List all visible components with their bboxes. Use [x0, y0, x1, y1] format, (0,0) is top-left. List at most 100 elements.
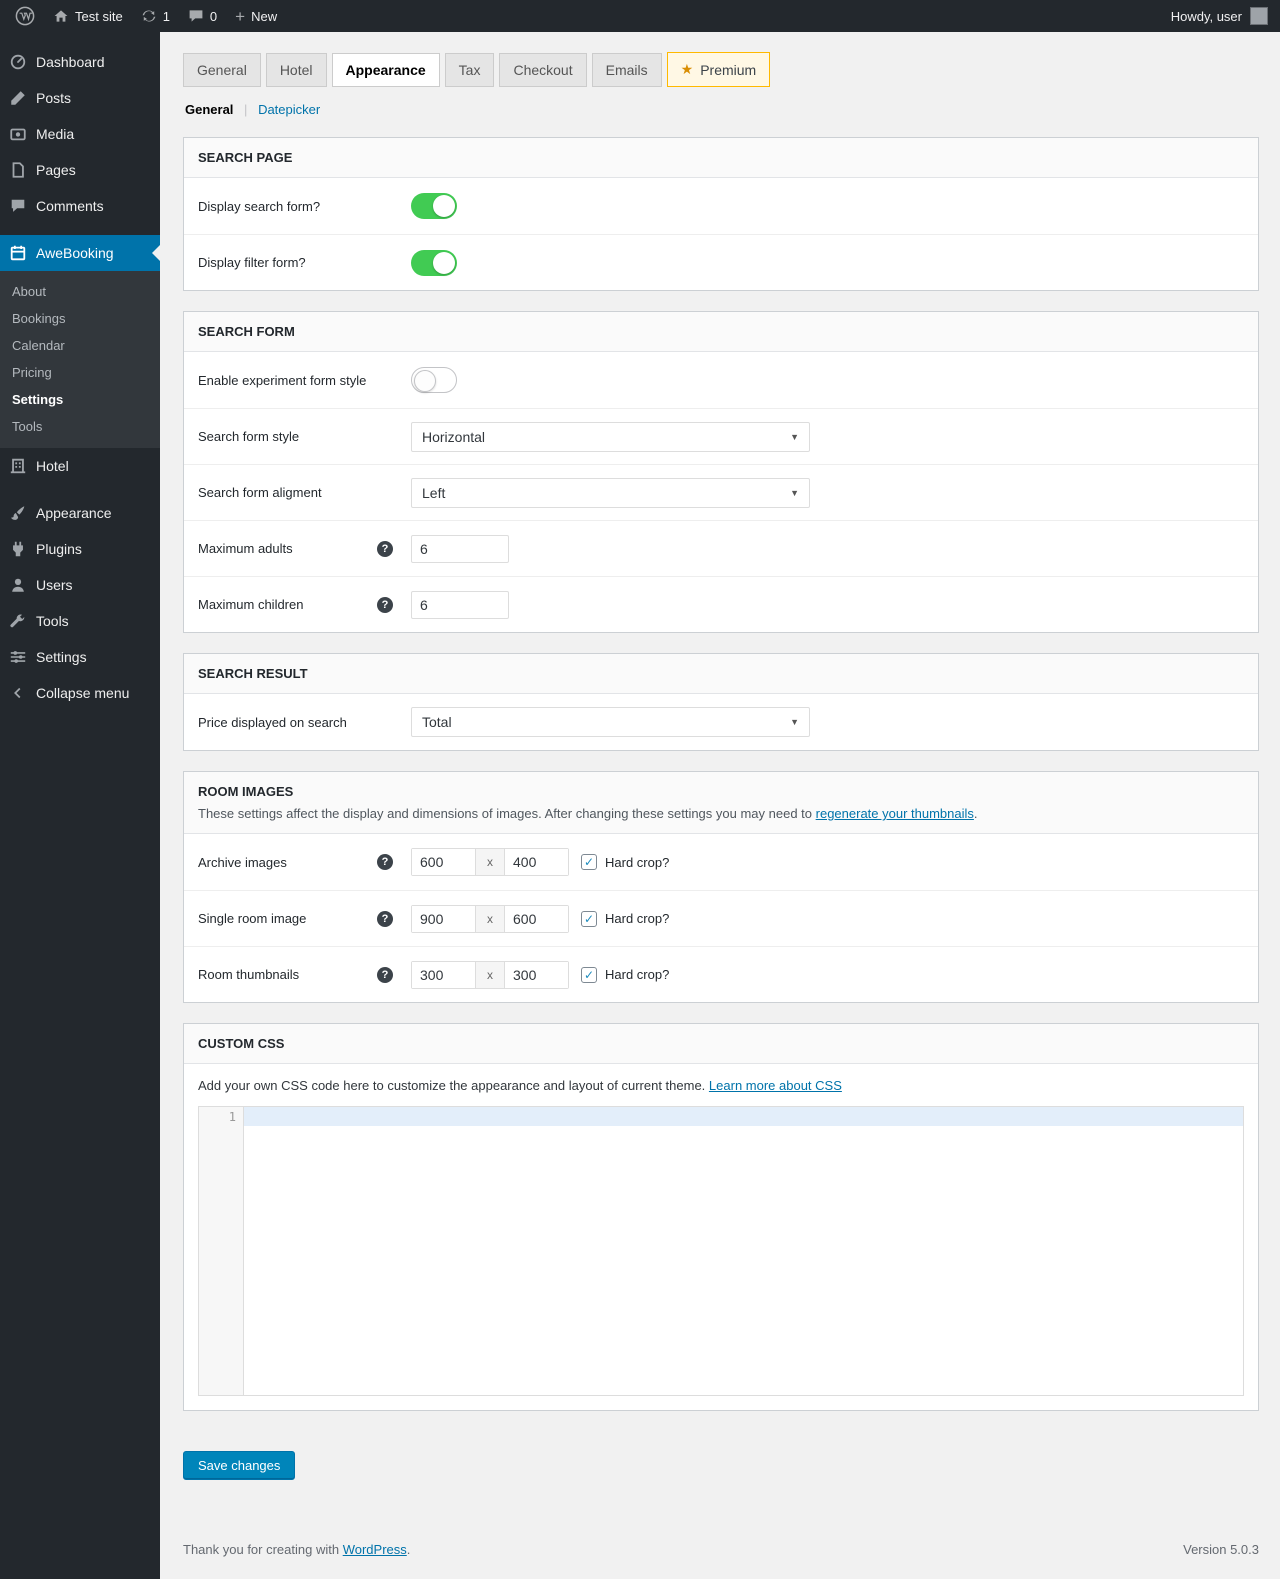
hard-crop-label: Hard crop?: [605, 911, 670, 926]
search-form-style-select[interactable]: Horizontal ▼: [411, 421, 810, 452]
dimension-separator: x: [475, 849, 505, 875]
sidebar-item-settings[interactable]: Settings: [0, 639, 160, 675]
new-content-button[interactable]: + New: [226, 0, 286, 32]
sidebar-item-posts[interactable]: Posts: [0, 80, 160, 116]
archive-width-input[interactable]: [412, 849, 475, 875]
submenu-item-tools[interactable]: Tools: [0, 413, 160, 440]
tab-hotel[interactable]: Hotel: [265, 53, 327, 87]
sidebar-item-hotel[interactable]: Hotel: [0, 448, 160, 484]
editor-code-area[interactable]: [244, 1107, 1243, 1395]
sidebar-item-awebooking[interactable]: AweBooking: [0, 235, 160, 271]
comment-count: 0: [209, 8, 218, 24]
subnav-general[interactable]: General: [185, 102, 233, 117]
thumbnails-hard-crop-checkbox[interactable]: ✓: [581, 966, 597, 983]
collapse-menu-button[interactable]: Collapse menu: [0, 675, 160, 711]
comments-indicator[interactable]: 0: [179, 0, 226, 32]
css-code-editor[interactable]: 1: [198, 1106, 1244, 1396]
main-content: General Hotel Appearance Tax Checkout Em…: [160, 32, 1280, 1579]
footer-thanks-text: Thank you for creating with: [183, 1542, 343, 1557]
wordpress-link[interactable]: WordPress: [343, 1542, 407, 1557]
tab-tax[interactable]: Tax: [444, 53, 495, 87]
description-text: Add your own CSS code here to customize …: [198, 1078, 709, 1093]
save-changes-button[interactable]: Save changes: [183, 1451, 296, 1480]
search-form-alignment-select[interactable]: Left ▼: [411, 477, 810, 508]
field-label: Display filter form?: [198, 255, 306, 270]
sidebar-item-tools[interactable]: Tools: [0, 603, 160, 639]
field-label: Room thumbnails: [198, 967, 300, 982]
sidebar-item-comments[interactable]: Comments: [0, 188, 160, 224]
experiment-form-style-toggle[interactable]: [411, 367, 457, 393]
archive-images-size-group: x: [411, 848, 569, 876]
help-icon[interactable]: ?: [377, 854, 393, 870]
help-icon[interactable]: ?: [377, 966, 393, 983]
maximum-adults-input[interactable]: [411, 534, 509, 563]
search-form-header: SEARCH FORM: [184, 312, 1258, 352]
single-room-hard-crop-checkbox[interactable]: ✓: [581, 910, 597, 927]
wordpress-logo[interactable]: [6, 0, 44, 32]
single-room-width-input[interactable]: [412, 905, 475, 932]
sidebar-item-dashboard[interactable]: Dashboard: [0, 44, 160, 80]
field-label-wrap: Search form style: [198, 429, 411, 444]
field-label-wrap: Price displayed on search: [198, 715, 411, 730]
display-search-form-toggle[interactable]: [411, 193, 457, 219]
plus-icon: +: [235, 6, 246, 26]
footer-thanks: Thank you for creating with WordPress.: [183, 1542, 410, 1557]
subnav: General | Datepicker: [185, 102, 1257, 117]
sidebar-item-appearance[interactable]: Appearance: [0, 495, 160, 531]
tab-emails[interactable]: Emails: [591, 53, 662, 87]
field-label-wrap: Display search form?: [198, 199, 411, 214]
room-thumbnails-size-group: x: [411, 960, 569, 989]
section-title: SEARCH FORM: [198, 324, 295, 339]
sidebar-item-users[interactable]: Users: [0, 567, 160, 603]
help-icon[interactable]: ?: [377, 596, 393, 613]
field-label: Single room image: [198, 911, 307, 926]
sidebar-item-plugins[interactable]: Plugins: [0, 531, 160, 567]
field-label-wrap: Display filter form?: [198, 255, 411, 270]
submenu-item-calendar[interactable]: Calendar: [0, 332, 160, 359]
thumbnail-width-input[interactable]: [412, 961, 475, 988]
media-icon: [8, 124, 28, 144]
field-label: Maximum children: [198, 597, 304, 612]
thumbnail-height-input[interactable]: [505, 961, 568, 988]
settings-tabs: General Hotel Appearance Tax Checkout Em…: [183, 52, 1259, 87]
submenu-item-settings[interactable]: Settings: [0, 386, 160, 413]
site-name[interactable]: Test site: [44, 0, 132, 32]
search-page-header: SEARCH PAGE: [184, 138, 1258, 178]
sidebar-item-label: Tools: [36, 613, 69, 629]
menu-separator: [0, 224, 160, 235]
archive-height-input[interactable]: [505, 849, 568, 875]
subnav-datepicker[interactable]: Datepicker: [258, 102, 320, 117]
tab-general[interactable]: General: [183, 53, 261, 87]
tab-premium[interactable]: ★ Premium: [666, 52, 771, 87]
single-room-height-input[interactable]: [505, 905, 568, 932]
updates-indicator[interactable]: 1: [132, 0, 179, 32]
field-label-wrap: Single room image ?: [198, 910, 411, 927]
display-filter-form-toggle[interactable]: [411, 249, 457, 276]
editor-active-line: [244, 1107, 1243, 1126]
archive-hard-crop-checkbox[interactable]: ✓: [581, 854, 597, 870]
single-room-size-group: x: [411, 904, 569, 933]
sidebar-item-pages[interactable]: Pages: [0, 152, 160, 188]
submenu-item-bookings[interactable]: Bookings: [0, 305, 160, 332]
sidebar-item-label: Pages: [36, 162, 76, 178]
submenu-item-about[interactable]: About: [0, 278, 160, 305]
archive-images-row: Archive images ? x ✓ Hard crop?: [184, 834, 1258, 890]
account-menu[interactable]: Howdy, user: [1171, 7, 1274, 25]
price-displayed-select[interactable]: Total ▼: [411, 707, 810, 737]
regenerate-thumbnails-link[interactable]: regenerate your thumbnails: [816, 806, 974, 821]
tab-premium-label: Premium: [700, 61, 757, 78]
tab-appearance[interactable]: Appearance: [331, 53, 440, 87]
submenu-item-pricing[interactable]: Pricing: [0, 359, 160, 386]
help-icon[interactable]: ?: [377, 540, 393, 557]
hard-crop-label: Hard crop?: [605, 854, 670, 870]
learn-more-css-link[interactable]: Learn more about CSS: [709, 1078, 842, 1093]
maximum-children-input[interactable]: [411, 590, 509, 619]
select-value: Horizontal: [422, 428, 486, 445]
star-icon: ★: [680, 61, 694, 77]
awebooking-submenu: About Bookings Calendar Pricing Settings…: [0, 271, 160, 448]
admin-bar: Test site 1 0 + New Howdy, user: [0, 0, 1280, 32]
sidebar-item-label: Posts: [36, 90, 72, 106]
tab-checkout[interactable]: Checkout: [499, 53, 587, 87]
help-icon[interactable]: ?: [377, 910, 393, 927]
sidebar-item-media[interactable]: Media: [0, 116, 160, 152]
